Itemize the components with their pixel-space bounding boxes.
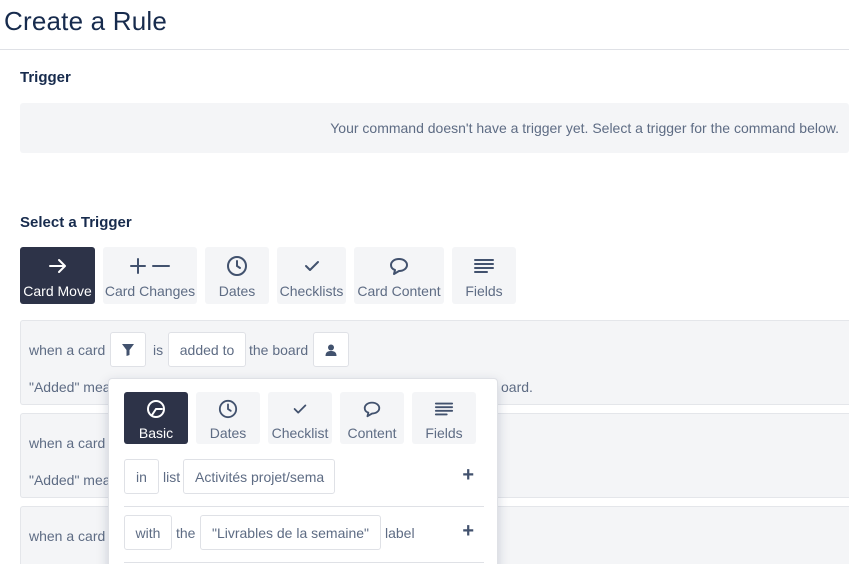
trigger-empty-message: Your command doesn't have a trigger yet.…	[330, 120, 839, 136]
popover-tab-fields[interactable]: Fields	[412, 392, 476, 444]
clock-icon	[218, 397, 238, 421]
trigger-type-tabs: Card Move Card Changes Dates Checklists …	[20, 247, 516, 304]
popover-tab-dates[interactable]: Dates	[196, 392, 260, 444]
popover-tab-content[interactable]: Content	[340, 392, 404, 444]
label-suffix: label	[385, 525, 415, 541]
select-trigger-heading: Select a Trigger	[20, 214, 132, 231]
row-prefix: when a card	[29, 435, 106, 451]
row-note-end: oard.	[501, 379, 533, 395]
tab-card-changes[interactable]: Card Changes	[103, 247, 197, 304]
popover-tab-label: Fields	[425, 425, 463, 441]
check-icon	[302, 253, 322, 279]
tab-label: Fields	[465, 283, 503, 299]
tab-label: Card Changes	[104, 283, 196, 299]
label-the-word: the	[176, 525, 196, 541]
popover-tab-label: Content	[347, 425, 397, 441]
label-filter-row: with the "Livrables de la semaine" label…	[124, 513, 484, 553]
title-divider	[0, 49, 849, 50]
tab-card-content[interactable]: Card Content	[354, 247, 444, 304]
list-name-value: Activités projet/sema	[195, 468, 325, 485]
popover-divider	[124, 506, 484, 507]
arrow-right-icon	[47, 253, 69, 279]
add-label-filter-button[interactable]: +	[462, 521, 474, 541]
member-filter-button[interactable]	[313, 332, 349, 367]
list-word: list	[163, 469, 181, 485]
badge-icon	[146, 397, 166, 421]
label-qualifier-select[interactable]: with	[124, 515, 172, 550]
tab-label: Card Content	[357, 283, 441, 299]
popover-tabs: Basic Dates Checklist Content Fields	[124, 392, 476, 444]
filter-button[interactable]	[110, 332, 146, 367]
popover-tab-label: Dates	[209, 425, 247, 441]
lines-icon	[434, 397, 454, 421]
page-title: Create a Rule	[4, 6, 168, 36]
tab-fields[interactable]: Fields	[452, 247, 516, 304]
trigger-empty-panel: Your command doesn't have a trigger yet.…	[20, 103, 849, 153]
row-prefix: when a card	[29, 528, 106, 544]
list-qualifier-value: in	[136, 468, 147, 485]
popover-tab-checklist[interactable]: Checklist	[268, 392, 332, 444]
tab-label: Dates	[218, 283, 256, 299]
row-note-start: "Added" mea	[29, 379, 111, 395]
tab-label: Card Move	[23, 283, 92, 299]
action-select[interactable]: added to	[168, 332, 246, 367]
row-prefix: when a card	[29, 342, 106, 358]
popover-tab-label: Basic	[138, 425, 174, 441]
tab-checklists[interactable]: Checklists	[277, 247, 346, 304]
list-qualifier-select[interactable]: in	[124, 459, 159, 494]
list-filter-row: in list Activités projet/sema +	[124, 457, 484, 497]
comment-icon	[388, 253, 410, 279]
lines-icon	[473, 253, 495, 279]
tab-dates[interactable]: Dates	[205, 247, 269, 304]
popover-divider	[124, 562, 484, 563]
funnel-icon	[122, 343, 134, 356]
label-name-input[interactable]: "Livrables de la semaine"	[200, 515, 381, 550]
trigger-heading: Trigger	[20, 69, 71, 86]
label-name-value: "Livrables de la semaine"	[211, 524, 370, 541]
plus-minus-icon	[127, 253, 173, 279]
check-icon	[291, 397, 309, 421]
action-select-value: added to	[179, 341, 235, 358]
label-qualifier-value: with	[135, 524, 161, 541]
popover-tab-label: Checklist	[271, 425, 329, 441]
clock-icon	[226, 253, 248, 279]
comment-icon	[362, 397, 382, 421]
row-note-start: "Added" mea	[29, 472, 111, 488]
person-icon	[325, 344, 337, 356]
list-name-input[interactable]: Activités projet/sema	[183, 459, 335, 494]
filter-popover: Basic Dates Checklist Content Fields in …	[108, 378, 498, 564]
tab-label: Checklists	[279, 283, 344, 299]
row-suffix: the board	[249, 342, 309, 358]
add-list-filter-button[interactable]: +	[462, 465, 474, 485]
tab-card-move[interactable]: Card Move	[20, 247, 95, 304]
popover-tab-basic[interactable]: Basic	[124, 392, 188, 444]
row-is-label: is	[153, 342, 164, 358]
